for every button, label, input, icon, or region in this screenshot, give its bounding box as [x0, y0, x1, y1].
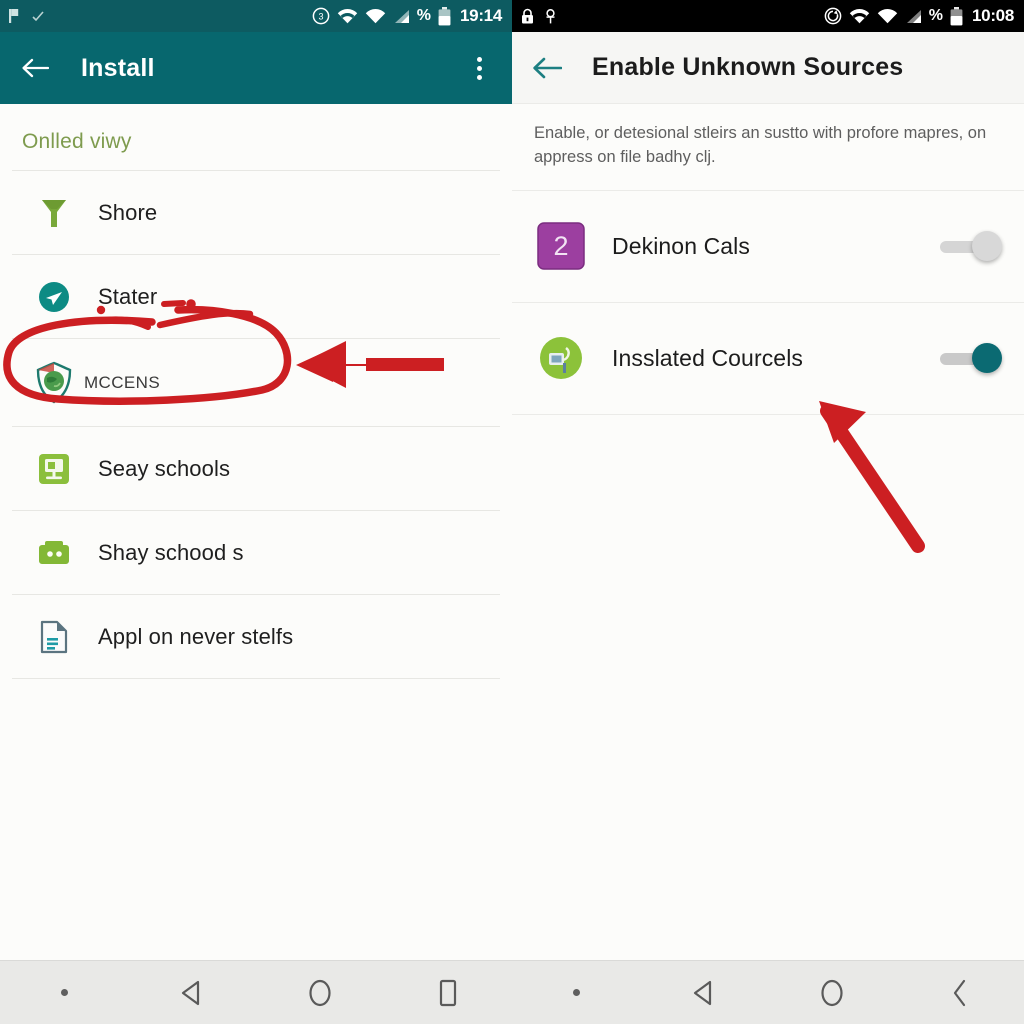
signal-bars-icon: [394, 9, 409, 23]
home-circle-icon[interactable]: [768, 978, 896, 1008]
pin-icon: [546, 8, 555, 23]
screenshot-root: 3 % 19:14 Install Onlled viwy Shore Stat…: [0, 0, 1024, 1024]
description-text: Enable, or detesional stleirs an sustto …: [512, 104, 1024, 191]
monitor-icon: [26, 453, 82, 485]
battery-icon: [438, 6, 451, 25]
page-title: Enable Unknown Sources: [592, 53, 904, 81]
sync-icon: [824, 7, 842, 25]
dot-indicator: [512, 989, 640, 996]
right-status-bar: % 10:08: [512, 0, 1024, 32]
cast-icon: 3: [312, 7, 330, 25]
wifi-icon: [849, 8, 869, 23]
list-item[interactable]: Shore: [12, 170, 500, 254]
list-item-label: Seay schools: [98, 455, 231, 481]
toggle-switch-dekinon-cals[interactable]: [940, 231, 1002, 262]
list-item[interactable]: Shay schood s: [12, 510, 500, 594]
wifi-icon: [337, 8, 357, 23]
battery-icon: [950, 6, 963, 25]
right-status-clock: 10:08: [972, 6, 1014, 25]
left-status-bar: 3 % 19:14: [0, 0, 512, 32]
right-status-notification-icons: [520, 8, 557, 25]
svg-text:3: 3: [318, 12, 323, 22]
back-triangle-icon[interactable]: [128, 979, 256, 1007]
shield-globe-logo-icon: [26, 361, 82, 405]
list-item-mccens[interactable]: MCCENS: [12, 338, 500, 426]
flag-icon: [9, 9, 19, 23]
toggle-list-item[interactable]: Insslated Courcels: [512, 303, 1024, 415]
robot-case-icon: [26, 538, 82, 568]
green-app-icon: [534, 336, 588, 380]
back-arrow-icon[interactable]: [18, 51, 52, 85]
list-item[interactable]: Appl on never stelfs: [12, 594, 500, 678]
list-item-label: Shay schood s: [98, 539, 244, 565]
battery-percent-glyph: %: [928, 7, 944, 24]
badge-2-icon: 2: [534, 222, 588, 271]
left-nav-half: [0, 961, 512, 1024]
list-item-label: Shore: [98, 199, 158, 225]
svg-text:2: 2: [553, 231, 568, 261]
list-item-label: Appl on never stelfs: [98, 623, 294, 649]
back-triangle-icon[interactable]: [640, 979, 768, 1007]
left-phone-screen: 3 % 19:14 Install Onlled viwy Shore Stat…: [0, 0, 512, 1024]
list-item-label: MCCENS: [84, 372, 161, 392]
right-status-system-icons: % 10:08: [824, 6, 1014, 26]
list-item-label: Stater: [98, 283, 158, 309]
right-phone-screen: % 10:08 Enable Unknown Sources Enable, o…: [512, 0, 1024, 1024]
chevron-back-icon[interactable]: [896, 978, 1024, 1008]
toggle-switch-insslated-courcels[interactable]: [940, 343, 1002, 374]
page-title: Install: [81, 53, 155, 82]
list-end-divider: [12, 678, 500, 679]
system-navigation-bar: [0, 960, 1024, 1024]
back-arrow-icon[interactable]: [530, 51, 564, 85]
right-nav-half: [512, 961, 1024, 1024]
send-circle-icon: [26, 280, 82, 314]
toggle-item-label: Dekinon Cals: [612, 232, 750, 259]
signal-full-icon: [877, 8, 897, 23]
toggle-item-label: Insslated Courcels: [612, 344, 803, 371]
left-status-system-icons: 3 % 19:14: [312, 6, 502, 26]
lock-icon: [522, 8, 533, 23]
list-item[interactable]: Seay schools: [12, 426, 500, 510]
section-header: Onlled viwy: [22, 130, 132, 153]
signal-bars-icon: [906, 9, 921, 23]
left-app-bar: Install: [0, 32, 512, 104]
document-icon: [26, 620, 82, 654]
recents-square-icon[interactable]: [384, 978, 512, 1008]
home-circle-icon[interactable]: [256, 978, 384, 1008]
funnel-icon: [26, 196, 82, 230]
overflow-menu-icon[interactable]: [464, 51, 494, 85]
dot-indicator: [0, 989, 128, 996]
left-status-clock: 19:14: [460, 6, 502, 25]
toggle-list-item[interactable]: 2 Dekinon Cals: [512, 191, 1024, 303]
check-icon: [32, 11, 44, 22]
battery-percent-glyph: %: [416, 7, 432, 24]
signal-full-icon: [365, 8, 385, 23]
right-app-bar: Enable Unknown Sources: [512, 32, 1024, 104]
left-status-notification-icons: [8, 8, 44, 24]
list-item[interactable]: Stater: [12, 254, 500, 338]
